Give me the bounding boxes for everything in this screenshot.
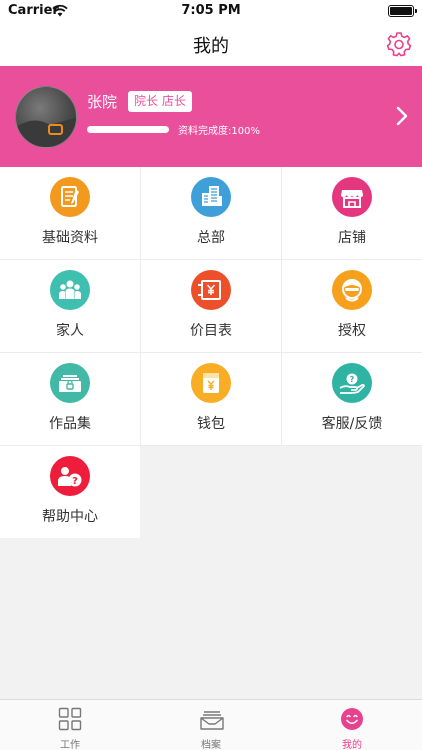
grid-divider: [0, 445, 422, 446]
completion-text: 资料完成度:100%: [178, 126, 260, 137]
tab-label: 档案: [201, 740, 221, 750]
completion-progress-bar: [87, 126, 169, 133]
nav-bar: 我的: [0, 22, 422, 66]
tab-archive[interactable]: 档案: [141, 700, 281, 750]
svg-text:?: ?: [72, 476, 78, 487]
menu-item-label: 店铺: [338, 230, 366, 246]
battery-icon: [388, 5, 417, 17]
grid-icon: [58, 707, 82, 731]
smile-icon: [341, 708, 363, 730]
menu-item-label: 家人: [56, 323, 84, 339]
grid-divider: [281, 167, 282, 445]
grid-divider: [0, 259, 422, 260]
customer-service-icon: ?: [332, 363, 372, 403]
tab-label: 我的: [342, 740, 362, 750]
grid-divider: [140, 167, 141, 445]
menu-item-label: 作品集: [49, 416, 91, 432]
family-icon: [50, 270, 90, 310]
page-title: 我的: [193, 36, 229, 57]
tab-work[interactable]: 工作: [0, 700, 140, 750]
svg-text:?: ?: [350, 375, 355, 384]
tab-label: 工作: [60, 740, 80, 750]
menu-item-price-list[interactable]: 价目表: [141, 260, 281, 352]
wallet-icon: [191, 363, 231, 403]
document-icon: [50, 177, 90, 217]
menu-item-label: 总部: [197, 230, 225, 246]
menu-item-authorization[interactable]: 授权: [282, 260, 422, 352]
menu-item-label: 价目表: [190, 323, 232, 339]
store-icon: [332, 177, 372, 217]
building-icon: [191, 177, 231, 217]
menu-item-customer-service[interactable]: ? 客服/反馈: [282, 353, 422, 445]
menu-item-headquarters[interactable]: 总部: [141, 167, 281, 259]
completion-progress-fill: [88, 127, 168, 132]
menu-item-label: 钱包: [197, 416, 225, 432]
menu-item-label: 帮助中心: [42, 509, 98, 525]
price-list-icon: [191, 270, 231, 310]
grid-divider: [0, 352, 422, 353]
status-time: 7:05 PM: [181, 3, 241, 18]
role-badge: 院长 店长: [128, 91, 192, 112]
help-icon: ?: [50, 456, 90, 496]
gear-icon[interactable]: [386, 31, 412, 57]
profile-header[interactable]: 张院 院长 店长 资料完成度:100%: [0, 66, 422, 167]
menu-item-portfolio[interactable]: 作品集: [0, 353, 140, 445]
tab-mine[interactable]: 我的: [282, 700, 422, 750]
menu-item-label: 基础资料: [42, 230, 98, 246]
chevron-right-icon[interactable]: [396, 106, 408, 126]
tab-bar: 工作 档案 我的: [0, 699, 422, 750]
archive-icon: [200, 711, 224, 730]
portfolio-icon: [50, 363, 90, 403]
menu-item-family[interactable]: 家人: [0, 260, 140, 352]
menu-item-label: 授权: [338, 323, 366, 339]
menu-item-help-center[interactable]: ? 帮助中心: [0, 446, 140, 538]
authorization-icon: [332, 270, 372, 310]
menu-item-wallet[interactable]: 钱包: [141, 353, 281, 445]
status-bar: Carrier 7:05 PM: [0, 0, 422, 22]
menu-item-basic-info[interactable]: 基础资料: [0, 167, 140, 259]
avatar[interactable]: [15, 86, 77, 148]
profile-name: 张院: [87, 93, 118, 111]
menu-item-label: 客服/反馈: [321, 416, 383, 432]
menu-item-store[interactable]: 店铺: [282, 167, 422, 259]
